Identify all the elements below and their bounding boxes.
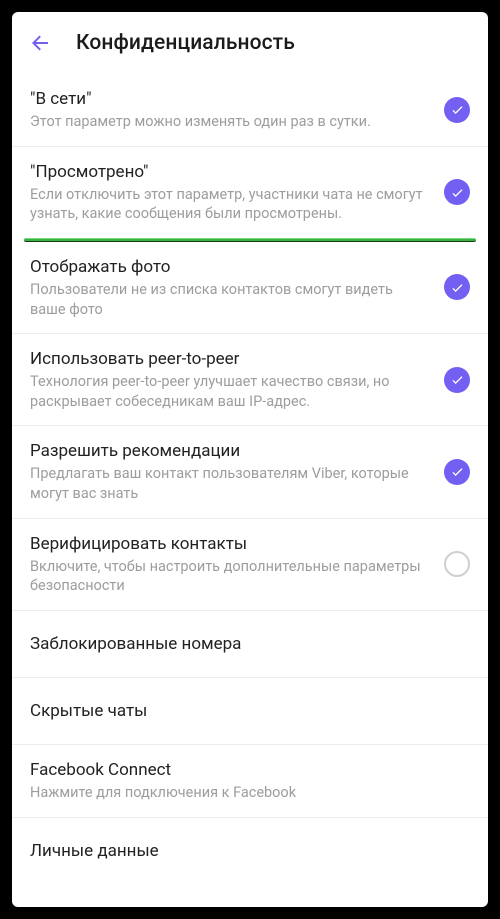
checkbox-off[interactable]: [444, 551, 470, 577]
setting-verify-contacts[interactable]: Верифицировать контакты Включите, чтобы …: [12, 519, 488, 610]
checkbox-on[interactable]: [444, 459, 470, 485]
setting-title: Разрешить рекомендации: [30, 440, 432, 462]
checkbox-on[interactable]: [444, 274, 470, 300]
setting-title: Использовать peer-to-peer: [30, 348, 432, 370]
check-icon: [450, 185, 465, 200]
setting-title: Отображать фото: [30, 256, 432, 278]
setting-subtitle: Если отключить этот параметр, участники …: [30, 185, 432, 224]
checkbox-on[interactable]: [444, 179, 470, 205]
setting-subtitle: Этот параметр можно изменять один раз в …: [30, 112, 432, 132]
setting-personal-data[interactable]: Личные данные: [12, 818, 488, 884]
setting-text: Разрешить рекомендации Предлагать ваш ко…: [30, 440, 432, 503]
check-icon: [450, 372, 465, 387]
setting-online[interactable]: "В сети" Этот параметр можно изменять од…: [12, 74, 488, 146]
setting-title: Скрытые чаты: [30, 700, 470, 722]
setting-text: Скрытые чаты: [30, 700, 470, 722]
setting-text: "В сети" Этот параметр можно изменять од…: [30, 88, 432, 132]
setting-recommendations[interactable]: Разрешить рекомендации Предлагать ваш ко…: [12, 426, 488, 517]
privacy-settings-screen: Конфиденциальность "В сети" Этот парамет…: [12, 12, 488, 907]
check-icon: [450, 102, 465, 117]
check-icon: [450, 464, 465, 479]
setting-hidden-chats[interactable]: Скрытые чаты: [12, 678, 488, 744]
setting-text: Использовать peer-to-peer Технология pee…: [30, 348, 432, 411]
arrow-left-icon: [28, 31, 52, 55]
setting-title: Facebook Connect: [30, 759, 470, 781]
setting-title: "В сети": [30, 88, 432, 110]
page-title: Конфиденциальность: [76, 31, 295, 55]
setting-show-photo[interactable]: Отображать фото Пользователи не из списк…: [12, 242, 488, 333]
setting-text: "Просмотрено" Если отключить этот параме…: [30, 161, 432, 224]
setting-title: Заблокированные номера: [30, 633, 470, 655]
setting-title: Верифицировать контакты: [30, 533, 432, 555]
checkbox-on[interactable]: [444, 97, 470, 123]
settings-list: "В сети" Этот параметр можно изменять од…: [12, 74, 488, 907]
header-bar: Конфиденциальность: [12, 12, 488, 74]
setting-text: Facebook Connect Нажмите для подключения…: [30, 759, 470, 803]
setting-subtitle: Включите, чтобы настроить дополнительные…: [30, 557, 432, 596]
checkbox-on[interactable]: [444, 367, 470, 393]
setting-p2p[interactable]: Использовать peer-to-peer Технология pee…: [12, 334, 488, 425]
setting-title: Личные данные: [30, 840, 470, 862]
setting-subtitle: Технология peer-to-peer улучшает качеств…: [30, 372, 432, 411]
setting-text: Верифицировать контакты Включите, чтобы …: [30, 533, 432, 596]
check-icon: [450, 280, 465, 295]
setting-title: "Просмотрено": [30, 161, 432, 183]
setting-subtitle: Нажмите для подключения к Facebook: [30, 783, 470, 803]
back-button[interactable]: [26, 29, 54, 57]
setting-seen[interactable]: "Просмотрено" Если отключить этот параме…: [12, 147, 488, 238]
setting-subtitle: Пользователи не из списка контактов смог…: [30, 280, 432, 319]
setting-text: Заблокированные номера: [30, 633, 470, 655]
setting-subtitle: Предлагать ваш контакт пользователям Vib…: [30, 464, 432, 503]
setting-text: Отображать фото Пользователи не из списк…: [30, 256, 432, 319]
setting-facebook-connect[interactable]: Facebook Connect Нажмите для подключения…: [12, 745, 488, 817]
setting-blocked-numbers[interactable]: Заблокированные номера: [12, 611, 488, 677]
setting-text: Личные данные: [30, 840, 470, 862]
